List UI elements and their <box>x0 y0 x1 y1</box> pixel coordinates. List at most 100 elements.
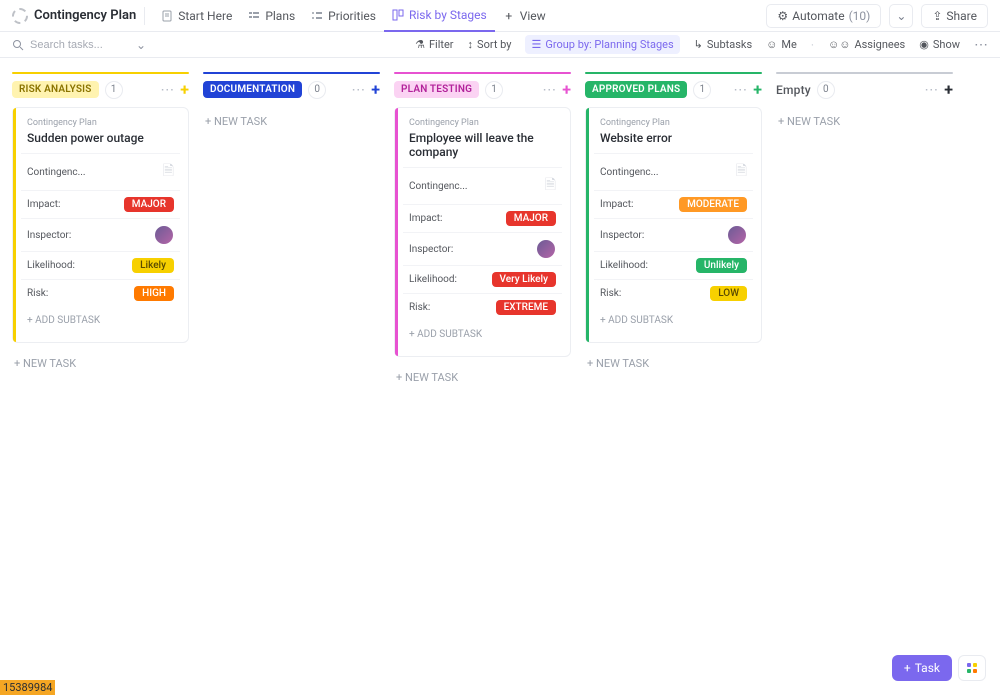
field-row[interactable]: Risk:LOW <box>594 279 753 307</box>
robot-icon: ⚙ <box>777 9 788 23</box>
subtasks-button[interactable]: ↳Subtasks <box>694 38 753 51</box>
avatar <box>154 225 174 245</box>
badge: Very Likely <box>492 272 556 287</box>
field-name: Inspector: <box>409 244 453 255</box>
task-card[interactable]: Contingency PlanSudden power outageConti… <box>12 107 189 343</box>
add-subtask-button[interactable]: + ADD SUBTASK <box>594 309 753 332</box>
user-icon: ☺ <box>766 38 777 51</box>
assignees-button[interactable]: ☺☺Assignees <box>828 38 905 51</box>
badge: Unlikely <box>696 258 747 273</box>
column: Empty0⋯++ NEW TASK <box>776 72 953 136</box>
column-more-button[interactable]: ⋯ <box>160 82 174 98</box>
task-card[interactable]: Contingency PlanWebsite errorContingenc.… <box>585 107 762 343</box>
column-label[interactable]: RISK ANALYSIS <box>12 81 99 98</box>
field-row[interactable]: Contingenc...🗎 <box>21 153 180 190</box>
automate-button[interactable]: ⚙ Automate (10) <box>766 4 881 28</box>
field-row[interactable]: Contingenc...🗎 <box>594 153 753 190</box>
column-count: 1 <box>485 81 503 99</box>
tab-label: Start Here <box>178 9 232 23</box>
column-add-button[interactable]: + <box>180 80 189 99</box>
tab-priorities[interactable]: Priorities <box>303 0 384 32</box>
column-add-button[interactable]: + <box>944 80 953 99</box>
task-card[interactable]: Contingency PlanEmployee will leave the … <box>394 107 571 357</box>
automate-count: (10) <box>849 9 871 23</box>
search-input[interactable] <box>30 39 130 51</box>
card-folder: Contingency Plan <box>600 118 753 128</box>
column-label[interactable]: Empty <box>776 83 811 97</box>
filter-button[interactable]: ⚗Filter <box>415 38 453 51</box>
me-button[interactable]: ☺Me <box>766 38 797 51</box>
new-task-button[interactable]: + NEW TASK <box>776 107 953 136</box>
badge: HIGH <box>134 286 174 301</box>
new-task-fab[interactable]: + Task <box>892 655 952 681</box>
card-accent <box>395 108 398 356</box>
field-name: Inspector: <box>600 230 644 241</box>
new-task-button[interactable]: + NEW TASK <box>394 363 571 392</box>
column-more-button[interactable]: ⋯ <box>924 82 938 98</box>
column-header: PLAN TESTING 1 ⋯ + <box>394 80 571 99</box>
field-name: Impact: <box>409 213 442 224</box>
column-label[interactable]: APPROVED PLANS <box>585 81 687 98</box>
group-button[interactable]: ☰Group by: Planning Stages <box>525 35 679 54</box>
field-row[interactable]: Inspector: <box>403 232 562 265</box>
toolbar-right: ⚗Filter ↕Sort by ☰Group by: Planning Sta… <box>415 35 988 54</box>
field-name: Impact: <box>600 199 633 210</box>
sort-icon: ↕ <box>468 38 474 51</box>
column-add-button[interactable]: + <box>562 80 571 99</box>
field-name: Inspector: <box>27 230 71 241</box>
field-name: Contingenc... <box>409 181 468 192</box>
tab-plans[interactable]: Plans <box>240 0 303 32</box>
share-icon: ⇪ <box>932 9 942 23</box>
apps-button[interactable] <box>958 655 986 681</box>
column-more-button[interactable]: ⋯ <box>351 82 365 98</box>
new-task-button[interactable]: + NEW TASK <box>585 349 762 378</box>
tab-start-here[interactable]: Start Here <box>153 0 240 32</box>
field-row[interactable]: Likelihood:Likely <box>21 251 180 279</box>
tab-risk-by-stages[interactable]: Risk by Stages <box>384 0 495 32</box>
avatar <box>727 225 747 245</box>
field-row[interactable]: Impact:MODERATE <box>594 190 753 218</box>
page-title: Contingency Plan <box>34 8 136 23</box>
field-row[interactable]: Inspector: <box>594 218 753 251</box>
automate-dropdown[interactable]: ⌄ <box>889 4 913 28</box>
field-name: Risk: <box>409 302 430 313</box>
automate-label: Automate <box>792 9 844 23</box>
field-row[interactable]: Likelihood:Very Likely <box>403 265 562 293</box>
field-row[interactable]: Impact:MAJOR <box>21 190 180 218</box>
add-subtask-button[interactable]: + ADD SUBTASK <box>403 323 562 346</box>
column-more-button[interactable]: ⋯ <box>733 82 747 98</box>
column-header: RISK ANALYSIS1⋯+ <box>12 80 189 99</box>
badge: Likely <box>132 258 174 273</box>
search-dropdown-icon[interactable]: ⌄ <box>136 38 146 52</box>
field-row[interactable]: Likelihood:Unlikely <box>594 251 753 279</box>
column-add-button[interactable]: + <box>371 80 380 99</box>
task-btn-label: Task <box>915 661 940 675</box>
new-task-button[interactable]: + NEW TASK <box>203 107 380 136</box>
column-label[interactable]: PLAN TESTING <box>394 81 479 98</box>
column-add-button[interactable]: + <box>753 80 762 99</box>
column-more-button[interactable]: ⋯ <box>542 82 556 98</box>
field-name: Risk: <box>27 288 48 299</box>
search-icon <box>12 39 24 51</box>
tab-label: Priorities <box>328 9 376 23</box>
toolbar-more-button[interactable]: ⋯ <box>974 37 988 53</box>
share-label: Share <box>946 9 977 23</box>
plus-icon: + <box>503 10 515 22</box>
field-row[interactable]: Risk:EXTREME <box>403 293 562 321</box>
column-label[interactable]: DOCUMENTATION <box>203 81 302 98</box>
field-row[interactable]: Impact:MAJOR <box>403 204 562 232</box>
field-row[interactable]: Contingenc...🗎 <box>403 167 562 204</box>
tab-add-view[interactable]: + View <box>495 0 554 32</box>
column: PLAN TESTING 1 ⋯ + Contingency PlanEmployee … <box>394 72 571 392</box>
show-button[interactable]: ◉Show <box>919 38 960 51</box>
field-row[interactable]: Risk: HIGH <box>21 279 180 307</box>
add-subtask-button[interactable]: + ADD SUBTASK <box>21 309 180 332</box>
search-wrap: ⌄ <box>12 38 162 52</box>
divider <box>144 7 145 25</box>
card-accent <box>586 108 589 342</box>
share-button[interactable]: ⇪ Share <box>921 4 988 28</box>
field-row[interactable]: Inspector: <box>21 218 180 251</box>
sort-button[interactable]: ↕Sort by <box>468 38 512 51</box>
plus-icon: + <box>904 661 911 675</box>
new-task-button[interactable]: + NEW TASK <box>12 349 189 378</box>
